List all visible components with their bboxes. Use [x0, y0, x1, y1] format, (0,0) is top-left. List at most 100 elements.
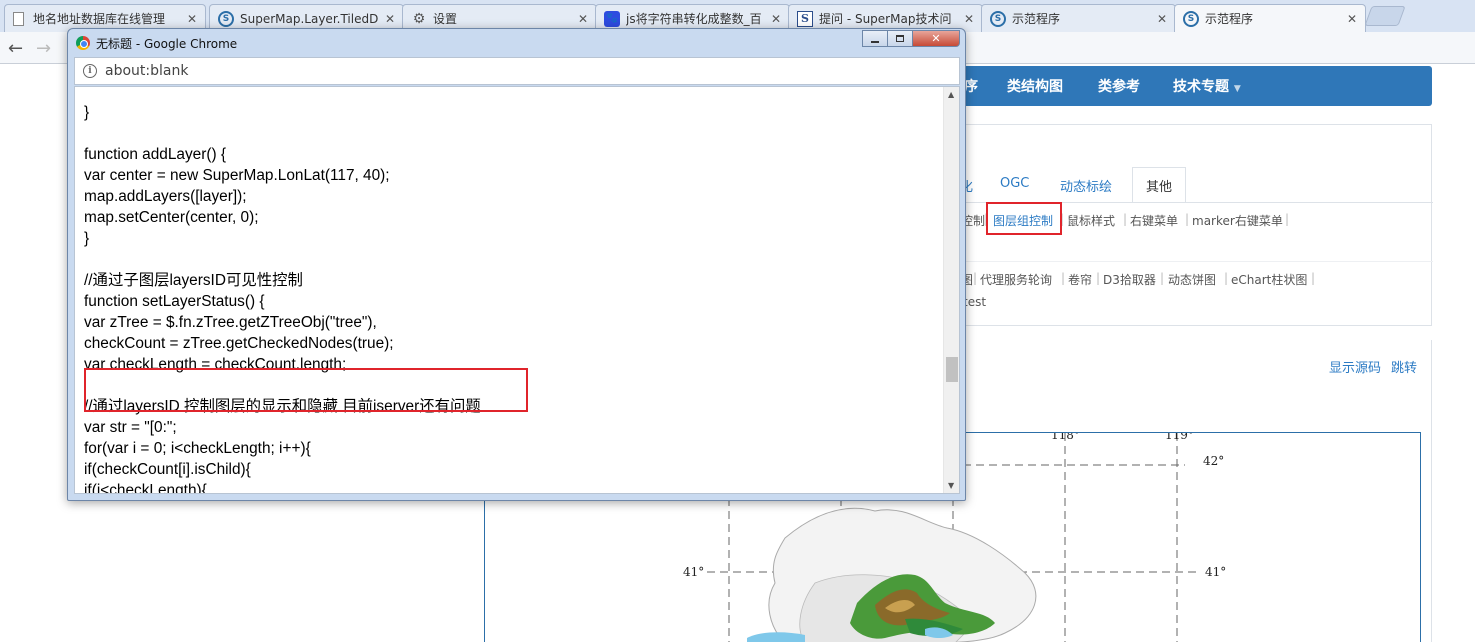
scrollbar-thumb[interactable] — [946, 357, 958, 382]
link-context-menu[interactable]: 右键菜单 — [1130, 212, 1178, 229]
code-block: } function addLayer() { var center = new S… — [84, 87, 481, 494]
baidu-paw-icon: 🐾 — [604, 10, 620, 27]
browser-tab-6[interactable]: S 示范程序 ✕ — [981, 4, 1176, 32]
tab-dynamic-plotting[interactable]: 动态标绘 — [1060, 176, 1112, 195]
separator: | — [973, 271, 978, 285]
tab-label: 示范程序 — [1012, 12, 1061, 26]
link-swipe[interactable]: 卷帘 — [1068, 271, 1092, 288]
separator: | — [1061, 271, 1066, 285]
code-line: //通过子图层layersID可见性控制 — [84, 272, 303, 289]
nav-item-partial[interactable]: 序 — [964, 76, 978, 96]
code-line: var center = new SuperMap.LonLat(117, 40… — [84, 167, 390, 184]
close-icon[interactable]: ✕ — [1347, 12, 1357, 26]
popup-title: 无标题 - Google Chrome — [96, 37, 238, 51]
close-icon: ✕ — [931, 32, 941, 45]
scroll-down-icon[interactable]: ▼ — [948, 481, 954, 490]
tab-label: 地名地址数据库在线管理 — [33, 12, 166, 26]
separator: | — [1096, 271, 1101, 285]
scroll-up-icon[interactable]: ▲ — [948, 90, 954, 99]
code-line: for(var i = 0; i<checkLength; i++){ — [84, 440, 311, 457]
tab-label: 设置 — [433, 12, 458, 26]
show-source-link[interactable]: 显示源码 — [1329, 357, 1381, 376]
chrome-logo-icon — [76, 36, 90, 50]
separator: | — [1224, 271, 1229, 285]
back-arrow-icon[interactable]: ← — [8, 38, 23, 59]
code-line: map.setCenter(center, 0); — [84, 209, 259, 226]
jump-link[interactable]: 跳转 — [1391, 357, 1417, 376]
map-label: 118° — [1051, 433, 1080, 442]
annotation-highlight-box — [986, 202, 1062, 235]
doc-icon — [13, 11, 24, 26]
tab-label: SuperMap.Layer.TiledD — [240, 11, 379, 26]
separator: | — [1311, 271, 1316, 285]
link-marker-context-menu[interactable]: marker右键菜单 — [1192, 212, 1283, 229]
map-label: 41° — [1205, 565, 1226, 579]
minimize-button[interactable] — [862, 30, 888, 47]
supermap-icon: S — [1183, 10, 1199, 27]
map-label: 41° — [683, 565, 704, 579]
code-line: function setLayerStatus() { — [84, 293, 265, 310]
code-line: var zTree = $.fn.zTree.getZTreeObj("tree… — [84, 314, 377, 331]
code-line: if(i<checkLength){ — [84, 482, 207, 494]
code-line: map.addLayers([layer]); — [84, 188, 247, 205]
maximize-icon — [896, 35, 904, 42]
nav-item-tech-topics[interactable]: 技术专题 ▼ — [1173, 76, 1241, 96]
close-icon[interactable]: ✕ — [578, 12, 588, 26]
minimize-icon — [871, 40, 879, 43]
tab-other[interactable]: 其他 — [1132, 167, 1186, 203]
address-bar[interactable]: i about:blank — [74, 57, 960, 85]
supermap-icon: S — [218, 10, 234, 27]
tab-ogc[interactable]: OGC — [1000, 176, 1029, 191]
forward-arrow-icon[interactable]: → — [36, 38, 51, 59]
supermap-icon: S — [990, 10, 1006, 27]
map-label: 119° — [1165, 433, 1194, 442]
close-icon[interactable]: ✕ — [1157, 12, 1167, 26]
nav-item-class-diagram[interactable]: 类结构图 — [1007, 76, 1063, 96]
separator: | — [1160, 271, 1165, 285]
address-text: about:blank — [105, 63, 189, 79]
gear-icon: ⚙ — [412, 10, 426, 27]
map-label: 42° — [1203, 454, 1224, 468]
annotation-highlight-box — [84, 368, 528, 412]
code-line: } — [84, 104, 90, 121]
chevron-down-icon: ▼ — [1233, 84, 1241, 94]
separator: | — [1123, 212, 1128, 226]
code-line: var str = "[0:"; — [84, 419, 177, 436]
separator: | — [1285, 212, 1290, 226]
close-icon[interactable]: ✕ — [385, 12, 395, 26]
new-tab-button[interactable] — [1364, 6, 1406, 26]
tab-label: js将字符串转化成整数_百 — [626, 12, 762, 26]
link-proxy-polling[interactable]: 代理服务轮询 — [980, 271, 1052, 288]
close-icon[interactable]: ✕ — [964, 12, 974, 26]
close-icon[interactable]: ✕ — [187, 12, 197, 26]
nav-item-class-reference[interactable]: 类参考 — [1098, 76, 1140, 96]
tab-label: 提问 - SuperMap技术问 — [819, 12, 952, 26]
close-window-button[interactable]: ✕ — [912, 30, 960, 47]
row-divider — [941, 261, 1433, 262]
tab-label: 其他 — [1145, 179, 1172, 195]
link-mouse-style[interactable]: 鼠标样式 — [1067, 212, 1115, 229]
tab-label: 示范程序 — [1205, 12, 1254, 26]
link-d3-picker[interactable]: D3拾取器 — [1103, 271, 1156, 288]
code-line: } — [84, 230, 90, 247]
separator: | — [1185, 212, 1190, 226]
info-icon[interactable]: i — [83, 64, 97, 78]
page-content: } function addLayer() { var center = new S… — [74, 86, 960, 494]
maximize-button[interactable] — [887, 30, 913, 47]
close-icon[interactable]: ✕ — [771, 12, 781, 26]
popup-window: 无标题 - Google Chrome ✕ i about:blank } fun… — [67, 28, 966, 501]
s-icon: S — [797, 10, 813, 27]
nav-item-label: 技术专题 — [1173, 79, 1229, 95]
code-line: checkCount = zTree.getCheckedNodes(true)… — [84, 335, 394, 352]
link-dynamic-pie[interactable]: 动态饼图 — [1168, 271, 1216, 288]
code-line: if(checkCount[i].isChild){ — [84, 461, 251, 478]
site-nav-bar: 序 类结构图 类参考 技术专题 ▼ — [940, 66, 1432, 106]
link-echart-bar[interactable]: eChart柱状图 — [1231, 271, 1307, 288]
link-test[interactable]: test — [963, 295, 986, 309]
browser-tab-7[interactable]: S 示范程序 ✕ — [1174, 4, 1366, 32]
code-line: function addLayer() { — [84, 146, 227, 163]
vertical-scrollbar[interactable]: ▲ ▼ — [943, 87, 959, 493]
